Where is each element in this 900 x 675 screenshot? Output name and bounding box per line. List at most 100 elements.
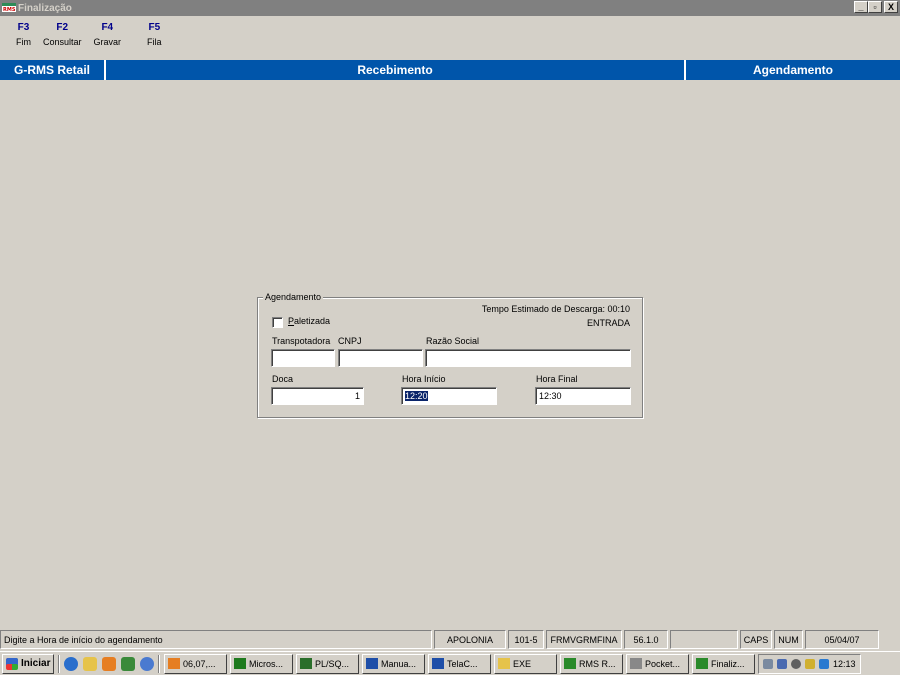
- f4-gravar-button[interactable]: F4 Gravar: [88, 22, 128, 56]
- plsql-icon: [300, 658, 312, 669]
- task-label: Manua...: [381, 658, 417, 669]
- task-label: Pocket...: [645, 658, 681, 669]
- doca-label: Doca: [272, 374, 294, 384]
- f2-consultar-button[interactable]: F2 Consultar: [37, 22, 88, 56]
- f5-key-label: F5: [148, 22, 161, 33]
- minimize-button[interactable]: _: [854, 1, 868, 13]
- f5-fila-button[interactable]: F5 Fila: [127, 22, 168, 56]
- system-tray: 12:13: [758, 653, 861, 674]
- media-icon[interactable]: [121, 656, 135, 671]
- doca-input[interactable]: 1: [271, 387, 364, 405]
- clock-icon[interactable]: [791, 658, 801, 669]
- paletizada-label[interactable]: Paletizada: [288, 316, 330, 326]
- ie-icon[interactable]: [64, 656, 78, 671]
- hora-inicio-selected-text: 12:20: [405, 391, 428, 401]
- agendamento-groupbox: Agendamento Tempo Estimado de Descarga: …: [257, 292, 643, 418]
- app-icon[interactable]: [102, 656, 116, 671]
- task-word-tela[interactable]: TelaC...: [428, 653, 491, 674]
- task-label: Finaliz...: [711, 658, 745, 669]
- window-title: Finalização: [18, 2, 72, 14]
- paletizada-label-rest: aletizada: [294, 316, 331, 326]
- gravar-label: Gravar: [93, 37, 122, 47]
- task-toad[interactable]: 06,07,...: [164, 653, 227, 674]
- rms-icon: [564, 658, 576, 669]
- task-word-manual[interactable]: Manua...: [362, 653, 425, 674]
- razao-social-label: Razão Social: [426, 336, 480, 346]
- toad-icon: [168, 658, 180, 669]
- task-plsql[interactable]: PL/SQ...: [296, 653, 359, 674]
- status-version: 56.1.0: [624, 630, 668, 649]
- folder-icon: [498, 658, 510, 669]
- cnpj-label: CNPJ: [338, 336, 362, 346]
- title-bar: RMS Finalização _ ▫ X: [0, 0, 900, 16]
- task-excel[interactable]: Micros...: [230, 653, 293, 674]
- transportadora-label: Transpotadora: [272, 336, 331, 346]
- globe-icon[interactable]: [140, 656, 154, 671]
- function-key-toolbar: F3 Fim F2 Consultar F4 Gravar F5 Fila: [0, 22, 168, 56]
- tray-clock: 12:13: [833, 658, 856, 669]
- restore-button[interactable]: ▫: [868, 1, 882, 13]
- rms-icon: [696, 658, 708, 669]
- paletizada-checkbox[interactable]: [272, 317, 283, 328]
- module-header: G-RMS Retail Recebimento Agendamento: [0, 60, 900, 80]
- cnpj-input[interactable]: [338, 349, 423, 367]
- word-icon: [366, 658, 378, 669]
- header-product-name: G-RMS Retail: [0, 60, 106, 80]
- taskbar-separator: [158, 654, 160, 673]
- status-caps: CAPS: [740, 630, 772, 649]
- task-label: PL/SQ...: [315, 658, 350, 669]
- start-label: Iniciar: [21, 658, 51, 669]
- printer-icon[interactable]: [763, 658, 773, 669]
- tipo-text: ENTRADA: [586, 318, 630, 328]
- header-module-name: Recebimento: [106, 60, 686, 80]
- consultar-label: Consultar: [43, 37, 82, 47]
- folder-icon[interactable]: [83, 656, 97, 671]
- razao-social-input[interactable]: [425, 349, 631, 367]
- antivirus-icon[interactable]: [805, 658, 815, 669]
- f4-key-label: F4: [101, 22, 114, 33]
- hora-inicio-label: Hora Início: [402, 374, 446, 384]
- close-button[interactable]: X: [884, 1, 898, 13]
- status-server: APOLONIA: [434, 630, 506, 649]
- header-screen-name: Agendamento: [752, 63, 833, 77]
- status-code: 101-5: [508, 630, 544, 649]
- messenger-icon[interactable]: [819, 658, 829, 669]
- windows-flag-icon: [6, 657, 18, 670]
- task-folder-exe[interactable]: EXE: [494, 653, 557, 674]
- start-button[interactable]: Iniciar: [2, 653, 54, 674]
- f3-fim-button[interactable]: F3 Fim: [0, 22, 37, 56]
- svg-text:RMS: RMS: [3, 7, 16, 13]
- task-rms-retail[interactable]: RMS R...: [560, 653, 623, 674]
- task-finalizacao[interactable]: Finaliz...: [692, 653, 755, 674]
- fim-label: Fim: [16, 37, 31, 47]
- task-label: Micros...: [249, 658, 284, 669]
- network-icon[interactable]: [777, 658, 787, 669]
- hora-final-input[interactable]: 12:30: [535, 387, 631, 405]
- status-num: NUM: [774, 630, 803, 649]
- pocket-icon: [630, 658, 642, 669]
- status-empty: [670, 630, 738, 649]
- task-label: TelaC...: [447, 658, 478, 669]
- taskbar-separator: [58, 654, 60, 673]
- taskbar: Iniciar 06,07,... Micros... PL/SQ... Man…: [0, 651, 900, 675]
- word-icon: [432, 658, 444, 669]
- rms-app-icon: RMS: [2, 2, 16, 14]
- f2-key-label: F2: [56, 22, 69, 33]
- status-date: 05/04/07: [805, 630, 879, 649]
- status-form-name: FRMVGRMFINA: [546, 630, 622, 649]
- groupbox-title: Agendamento: [263, 292, 324, 302]
- status-bar: Digite a Hora de início do agendamento A…: [0, 630, 900, 649]
- task-label: RMS R...: [579, 658, 616, 669]
- transportadora-input[interactable]: [271, 349, 335, 367]
- task-label: 06,07,...: [183, 658, 216, 669]
- f3-key-label: F3: [17, 22, 30, 33]
- fila-label: Fila: [147, 37, 162, 47]
- excel-icon: [234, 658, 246, 669]
- hora-inicio-input[interactable]: 12:20: [401, 387, 497, 405]
- tempo-estimado-text: Tempo Estimado de Descarga: 00:10: [481, 304, 630, 314]
- status-message: Digite a Hora de início do agendamento: [0, 630, 432, 649]
- task-label: EXE: [513, 658, 532, 669]
- quick-launch: [64, 656, 154, 671]
- task-pocket[interactable]: Pocket...: [626, 653, 689, 674]
- hora-final-label: Hora Final: [536, 374, 578, 384]
